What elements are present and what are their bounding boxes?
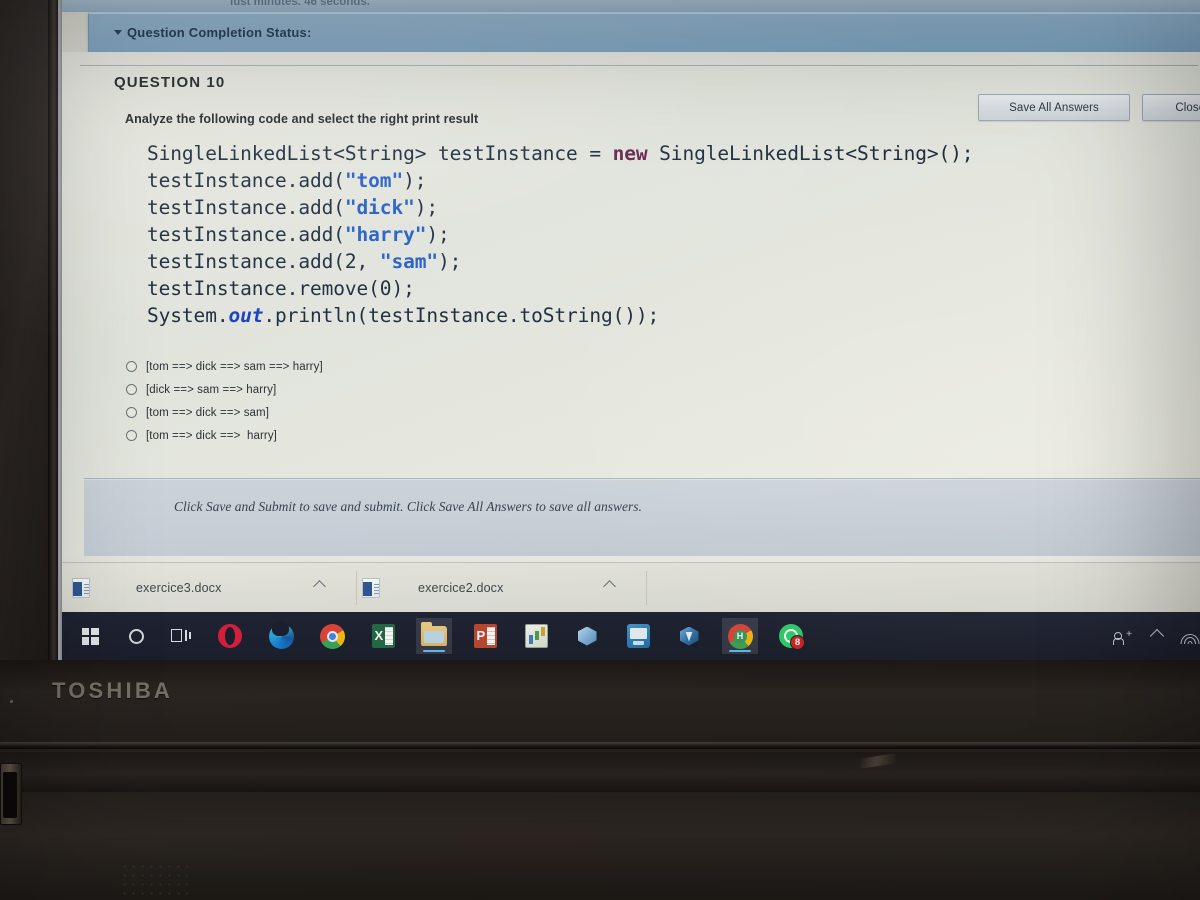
save-bar: Click Save and Submit to save and submit… (84, 478, 1200, 556)
opera-browser-icon[interactable] (212, 618, 248, 654)
code-line: SingleLinkedList<String> testInstance = … (147, 140, 974, 167)
show-hidden-icons-chevron-up-icon[interactable] (1149, 612, 1165, 660)
answer-option-label: [dick ==> sam ==> harry] (146, 383, 277, 396)
word-document-icon (362, 578, 380, 598)
radio-button-icon[interactable] (126, 407, 137, 418)
answer-option-label: [tom ==> dick ==> sam] (146, 406, 270, 419)
close-window-button[interactable]: Close Win (1142, 94, 1200, 121)
microsoft-excel-icon[interactable] (365, 618, 401, 654)
question-divider (80, 65, 1198, 66)
download-file-name: exercice2.docx (418, 581, 504, 595)
save-instruction-text: Click Save and Submit to save and submit… (174, 499, 642, 514)
code-token-string: "dick" (344, 196, 415, 219)
toshiba-brand-logo: TOSHIBA (52, 678, 174, 703)
question-completion-status-banner[interactable]: Question Completion Status: (88, 13, 1200, 52)
question-prompt-text: Analyze the following code and select th… (125, 112, 479, 126)
code-line: testInstance.add("tom"); (147, 167, 973, 194)
word-document-icon (72, 578, 90, 598)
laptop-screen: just minutes, 46 seconds. Question Compl… (62, 0, 1200, 660)
whatsapp-icon[interactable]: 8 (773, 618, 809, 654)
laptop-side-port (0, 763, 22, 825)
laptop-photo: just minutes, 46 seconds. Question Compl… (0, 0, 1200, 900)
radio-button-icon[interactable] (126, 430, 137, 441)
chrome-app-h-icon[interactable] (722, 618, 758, 654)
code-token-plain: SingleLinkedList<String> testInstance = (147, 142, 613, 165)
chevron-up-icon[interactable] (313, 580, 326, 593)
download-file-name: exercice3.docx (136, 581, 222, 595)
chevron-up-icon[interactable] (603, 580, 616, 593)
code-line: testInstance.add(2, "sam"); (147, 248, 973, 275)
3d-viewer-cube-icon[interactable] (569, 618, 605, 654)
download-separator (646, 571, 647, 605)
laptop-hinge-line (0, 742, 1200, 749)
question-number-label: QUESTION 10 (114, 74, 226, 91)
screen-bezel-left-edge (48, 0, 58, 672)
download-separator (356, 571, 357, 605)
people-icon[interactable]: + (1113, 612, 1132, 660)
notes-chart-app-icon[interactable] (518, 618, 554, 654)
code-snippet: SingleLinkedList<String> testInstance = … (147, 140, 974, 329)
code-token-plain: ); (414, 196, 439, 219)
windows-start-icon[interactable] (72, 618, 108, 654)
answer-options-list[interactable]: [tom ==> dick ==> sam ==> harry] [dick ==… (126, 355, 323, 447)
answer-option[interactable]: [tom ==> dick ==> sam] (126, 401, 323, 424)
cortana-search-icon[interactable] (118, 618, 154, 654)
answer-option[interactable]: [dick ==> sam ==> harry] (126, 378, 323, 401)
download-item[interactable]: exercice2.docx (362, 569, 642, 607)
code-token-string: "sam" (379, 250, 439, 273)
microsoft-powerpoint-icon[interactable] (467, 618, 503, 654)
code-token-plain: testInstance.remove(0); (147, 277, 415, 300)
code-line: testInstance.remove(0); (147, 275, 973, 302)
code-token-plain: testInstance.add( (147, 223, 345, 246)
code-token-plain: testInstance.add( (147, 169, 345, 192)
code-line: testInstance.add("harry"); (147, 221, 973, 248)
code-token-plain: ); (438, 250, 462, 273)
code-token-plain: System. (147, 304, 229, 327)
download-item[interactable]: exercice3.docx (72, 569, 352, 607)
task-view-icon[interactable] (163, 618, 199, 654)
radio-button-icon[interactable] (126, 361, 137, 372)
code-token-string: "tom" (344, 169, 404, 192)
google-chrome-icon[interactable] (314, 618, 350, 654)
whatsapp-unread-badge: 8 (790, 635, 805, 650)
caret-down-icon[interactable] (114, 30, 122, 35)
radio-button-icon[interactable] (126, 384, 137, 395)
windows-taskbar: 8 + (62, 612, 1200, 660)
code-token-plain: testInstance.add(2, (147, 250, 380, 273)
microsoft-edge-icon[interactable] (263, 618, 299, 654)
code-token-string: "harry" (344, 223, 427, 246)
bezel-dust-speck (10, 700, 13, 703)
code-token-plain: testInstance.add( (147, 196, 345, 219)
active-app-underline (423, 649, 445, 652)
question-page-body: QUESTION 10 Analyze the following code a… (62, 52, 1200, 562)
answer-option-label: [tom ==> dick ==> sam ==> harry] (146, 360, 323, 373)
answer-option[interactable]: [tom ==> dick ==> sam ==> harry] (126, 355, 323, 378)
save-all-answers-button[interactable]: Save All Answers (978, 94, 1130, 121)
code-token-plain: ); (403, 169, 427, 192)
status-banner-label: Question Completion Status: (127, 25, 312, 40)
code-token-plain: SingleLinkedList<String>(); (647, 142, 974, 165)
laptop-speaker-grille (120, 862, 188, 900)
downloads-bar: exercice3.docx exercice2.docx (62, 562, 1200, 612)
virtualbox-icon[interactable] (671, 618, 707, 654)
wifi-icon[interactable] (1180, 612, 1199, 660)
code-token-plain: ); (426, 223, 450, 246)
blue-app-icon[interactable] (620, 618, 656, 654)
laptop-hinge-body (0, 752, 1200, 792)
code-token-keyword: new (612, 142, 648, 165)
code-line: testInstance.add("dick"); (147, 194, 973, 221)
answer-option[interactable]: [tom ==> dick ==> harry] (126, 424, 323, 447)
file-explorer-icon[interactable] (416, 618, 452, 654)
code-line: System.out.println(testInstance.toString… (147, 302, 973, 329)
code-token-field: out (228, 304, 264, 327)
code-token-plain: .println(testInstance.toString()); (263, 304, 660, 327)
active-app-underline (729, 649, 751, 652)
screen-bezel-bottom (0, 660, 1200, 742)
answer-option-label: [tom ==> dick ==> harry] (146, 429, 277, 442)
cut-off-top-text: just minutes, 46 seconds. (230, 0, 370, 5)
